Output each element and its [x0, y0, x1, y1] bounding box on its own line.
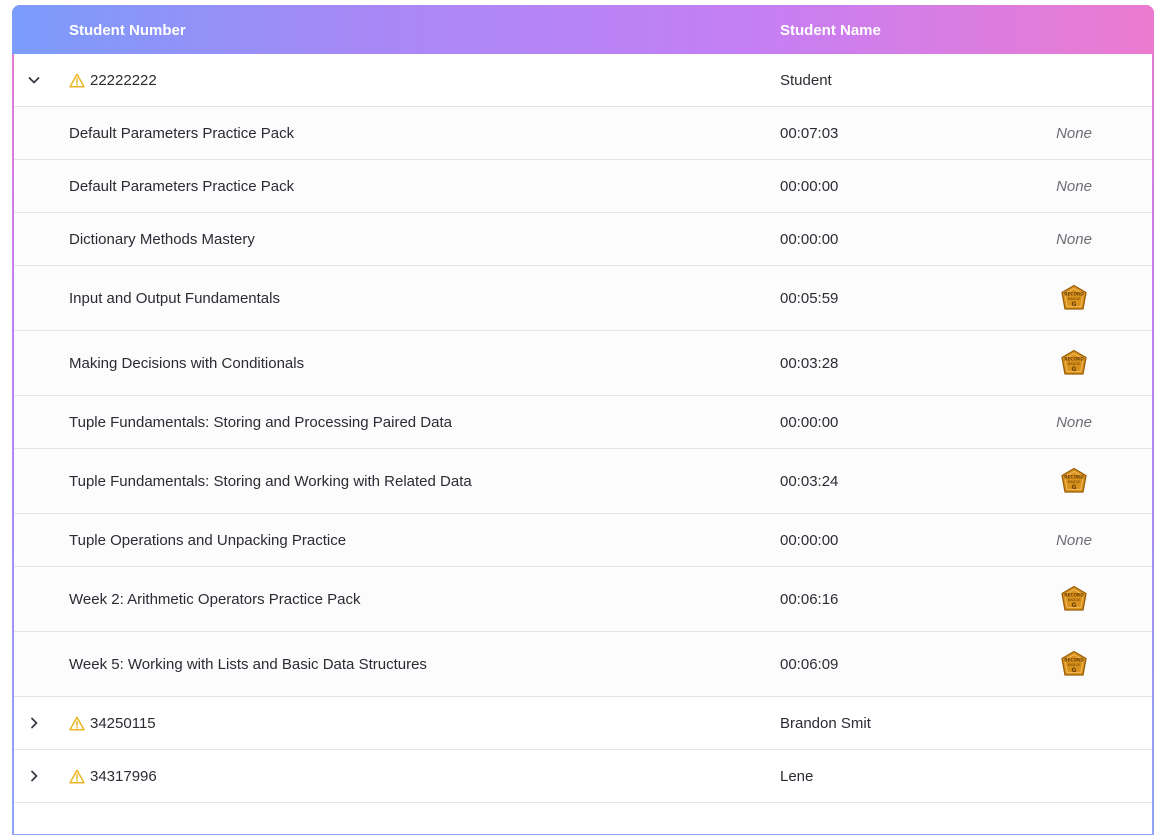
record-badge-icon: RECORD BADGE G [1060, 650, 1088, 678]
result-none-text: None [1056, 177, 1092, 195]
task-time: 00:03:24 [780, 472, 839, 490]
task-row[interactable]: Tuple Fundamentals: Storing and Processi… [14, 396, 1152, 449]
student-name: Brandon Smit [780, 714, 871, 732]
task-result: RECORD BADGE G [1044, 632, 1104, 696]
task-title: Week 2: Arithmetic Operators Practice Pa… [69, 590, 361, 608]
chevron-right-icon[interactable] [27, 716, 41, 730]
task-title: Tuple Operations and Unpacking Practice [69, 531, 347, 549]
table-body: 22222222 Student Default Parameters Practi… [14, 54, 1152, 834]
task-row[interactable]: Tuple Operations and Unpacking Practice 0… [14, 514, 1152, 567]
task-time: 00:06:09 [780, 655, 839, 673]
student-number-cell: 34250115 [69, 697, 156, 749]
student-row[interactable]: 34250115 Brandon Smit [14, 697, 1152, 750]
record-badge-icon: RECORD BADGE G [1060, 585, 1088, 613]
task-row[interactable]: Week 5: Working with Lists and Basic Dat… [14, 632, 1152, 697]
task-time: 00:00:00 [780, 177, 839, 195]
task-time: 00:00:00 [780, 531, 839, 549]
task-time: 00:05:59 [780, 289, 839, 307]
svg-text:RECORD: RECORD [1064, 475, 1084, 480]
task-row[interactable]: Tuple Fundamentals: Storing and Working … [14, 449, 1152, 514]
task-time: 00:00:00 [780, 230, 839, 248]
column-header-student-name[interactable]: Student Name [780, 5, 881, 54]
svg-text:G: G [1072, 484, 1077, 491]
task-time: 00:07:03 [780, 124, 839, 142]
task-title: Input and Output Fundamentals [69, 289, 280, 307]
task-result: None [1044, 213, 1104, 265]
result-none-text: None [1056, 413, 1092, 431]
task-result: None [1044, 396, 1104, 448]
task-row[interactable]: Input and Output Fundamentals 00:05:59 REC… [14, 266, 1152, 331]
student-number-cell: 22222222 [69, 54, 157, 106]
student-number-cell: 34317996 [69, 750, 157, 802]
record-badge-icon: RECORD BADGE G [1060, 349, 1088, 377]
task-time: 00:00:00 [780, 413, 839, 431]
chevron-down-icon[interactable] [27, 73, 41, 87]
student-number: 34250115 [90, 714, 156, 732]
expand-toggle[interactable] [26, 750, 42, 802]
task-title: Tuple Fundamentals: Storing and Processi… [69, 413, 452, 431]
task-title: Week 5: Working with Lists and Basic Dat… [69, 655, 427, 673]
task-row[interactable]: Default Parameters Practice Pack 00:07:03… [14, 107, 1152, 160]
expand-toggle[interactable] [26, 54, 42, 106]
task-result: None [1044, 107, 1104, 159]
warning-icon [69, 716, 85, 731]
record-badge-icon: RECORD BADGE G [1060, 467, 1088, 495]
svg-text:G: G [1072, 667, 1077, 674]
svg-text:G: G [1072, 301, 1077, 308]
warning-icon [69, 769, 85, 784]
task-row[interactable]: Dictionary Methods Mastery 00:00:00 None [14, 213, 1152, 266]
task-result: None [1044, 514, 1104, 566]
table-header: Student Number Student Name [12, 5, 1154, 54]
result-none-text: None [1056, 124, 1092, 142]
svg-text:RECORD: RECORD [1064, 292, 1084, 297]
task-title: Tuple Fundamentals: Storing and Working … [69, 472, 472, 490]
result-none-text: None [1056, 531, 1092, 549]
chevron-right-icon[interactable] [27, 769, 41, 783]
task-title: Default Parameters Practice Pack [69, 177, 295, 195]
svg-text:RECORD: RECORD [1064, 593, 1084, 598]
task-result: RECORD BADGE G [1044, 449, 1104, 513]
task-result: RECORD BADGE G [1044, 567, 1104, 631]
warning-icon [69, 73, 85, 88]
task-title: Making Decisions with Conditionals [69, 354, 305, 372]
student-row[interactable]: 34317996 Lene [14, 750, 1152, 803]
task-title: Default Parameters Practice Pack [69, 124, 295, 142]
task-time: 00:03:28 [780, 354, 839, 372]
task-row[interactable]: Making Decisions with Conditionals 00:03:… [14, 331, 1152, 396]
record-badge-icon: RECORD BADGE G [1060, 284, 1088, 312]
column-header-student-number[interactable]: Student Number [69, 5, 186, 54]
student-number: 34317996 [90, 767, 157, 785]
svg-text:G: G [1072, 366, 1077, 373]
student-number: 22222222 [90, 71, 157, 89]
task-row[interactable]: Week 2: Arithmetic Operators Practice Pa… [14, 567, 1152, 632]
student-row[interactable]: 22222222 Student [14, 54, 1152, 107]
task-result: RECORD BADGE G [1044, 266, 1104, 330]
task-row[interactable]: Default Parameters Practice Pack 00:00:00… [14, 160, 1152, 213]
task-time: 00:06:16 [780, 590, 839, 608]
svg-text:RECORD: RECORD [1064, 658, 1084, 663]
task-result: None [1044, 160, 1104, 212]
task-title: Dictionary Methods Mastery [69, 230, 255, 248]
student-name: Student [780, 71, 832, 89]
svg-text:RECORD: RECORD [1064, 357, 1084, 362]
svg-text:G: G [1072, 602, 1077, 609]
task-result: RECORD BADGE G [1044, 331, 1104, 395]
student-name: Lene [780, 767, 814, 785]
expand-toggle[interactable] [26, 697, 42, 749]
result-none-text: None [1056, 230, 1092, 248]
